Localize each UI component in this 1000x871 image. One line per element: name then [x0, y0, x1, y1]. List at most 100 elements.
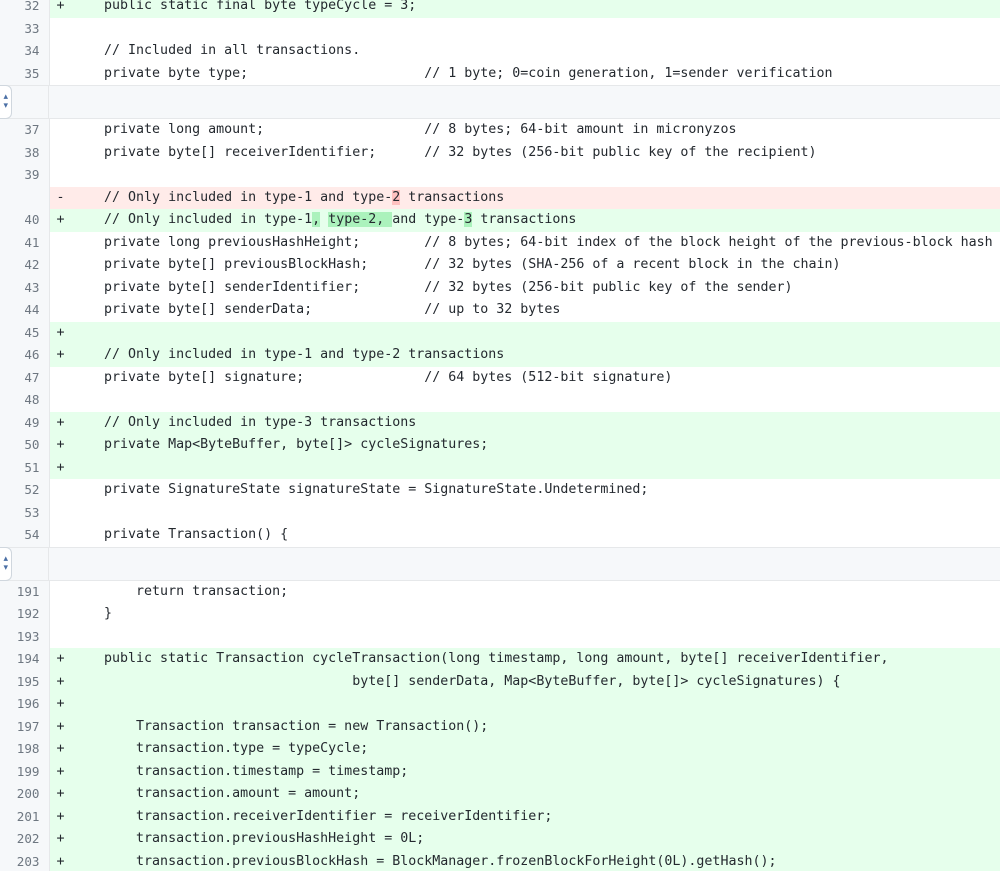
- code-line[interactable]: [69, 389, 1000, 412]
- line-number[interactable]: 195: [0, 670, 50, 693]
- diff-view: 32 + public static final byte typeCycle =…: [0, 0, 1000, 871]
- code-line[interactable]: transaction.previousHashHeight = 0L;: [69, 828, 1000, 851]
- diff-marker: +: [49, 670, 69, 693]
- code-line[interactable]: // Only included in type-3 transactions: [69, 411, 1000, 434]
- line-number[interactable]: 203: [0, 850, 50, 871]
- hunk-line: [49, 546, 1000, 581]
- diff-line-addition: 50 + private Map<ByteBuffer, byte[]> cycl…: [0, 434, 1000, 457]
- line-number[interactable]: 37: [0, 119, 50, 142]
- diff-line-context: 43 private byte[] senderIdentifier; // 3…: [0, 276, 1000, 299]
- line-number[interactable]: 201: [0, 805, 50, 828]
- line-number[interactable]: 50: [0, 434, 50, 457]
- code-line[interactable]: transaction.timestamp = timestamp;: [69, 760, 1000, 783]
- line-number[interactable]: 53: [0, 501, 50, 524]
- line-number[interactable]: 41: [0, 231, 50, 254]
- line-number[interactable]: 47: [0, 366, 50, 389]
- diff-line-addition: 200 + transaction.amount = amount;: [0, 783, 1000, 806]
- diff-marker: [49, 141, 69, 164]
- code-text: private byte[] senderIdentifier; // 32 b…: [72, 279, 793, 295]
- line-number[interactable]: 48: [0, 389, 50, 412]
- expand-up-down-1[interactable]: ▴ ▾: [0, 85, 12, 119]
- code-line[interactable]: }: [69, 603, 1000, 626]
- line-number[interactable]: 39: [0, 164, 50, 187]
- code-line[interactable]: private byte type; // 1 byte; 0=coin gen…: [69, 62, 1000, 85]
- code-line[interactable]: private byte[] signature; // 64 bytes (5…: [69, 366, 1000, 389]
- code-line[interactable]: private SignatureState signatureState = …: [69, 479, 1000, 502]
- code-line[interactable]: byte[] senderData, Map<ByteBuffer, byte[…: [69, 670, 1000, 693]
- code-line[interactable]: public static Transaction cycleTransacti…: [69, 648, 1000, 671]
- diff-line-context: 192 }: [0, 603, 1000, 626]
- line-number[interactable]: 43: [0, 276, 50, 299]
- code-line[interactable]: Transaction transaction = new Transactio…: [69, 715, 1000, 738]
- line-number[interactable]: 51: [0, 456, 50, 479]
- line-number[interactable]: 34: [0, 40, 50, 63]
- line-number[interactable]: 191: [0, 580, 50, 603]
- line-number[interactable]: 44: [0, 299, 50, 322]
- code-text: Transaction transaction = new Transactio…: [72, 718, 489, 734]
- diff-marker: [49, 501, 69, 524]
- code-line[interactable]: // Included in all transactions.: [69, 40, 1000, 63]
- diff-marker: +: [49, 344, 69, 367]
- line-number[interactable]: 196: [0, 693, 50, 716]
- line-number[interactable]: 38: [0, 141, 50, 164]
- line-number[interactable]: 202: [0, 828, 50, 851]
- line-number[interactable]: [0, 186, 50, 209]
- code-line[interactable]: private long amount; // 8 bytes; 64-bit …: [69, 119, 1000, 142]
- code-text: private byte[] receiverIdentifier; // 32…: [72, 144, 817, 160]
- line-number[interactable]: 199: [0, 760, 50, 783]
- diff-table: 32 + public static final byte typeCycle =…: [0, 0, 1000, 871]
- code-line[interactable]: public static final byte typeCycle = 3;: [69, 0, 1000, 18]
- diff-line-addition: 199 + transaction.timestamp = timestamp;: [0, 760, 1000, 783]
- code-text: // Only included in type-3 transactions: [72, 414, 417, 430]
- code-line[interactable]: transaction.type = typeCycle;: [69, 738, 1000, 761]
- code-line[interactable]: [69, 501, 1000, 524]
- code-line[interactable]: // Only included in type-1 and type-2 tr…: [69, 186, 1000, 209]
- line-number[interactable]: 45: [0, 321, 50, 344]
- code-line[interactable]: [69, 625, 1000, 648]
- line-number[interactable]: 54: [0, 524, 50, 547]
- line-number[interactable]: 197: [0, 715, 50, 738]
- line-number[interactable]: 46: [0, 344, 50, 367]
- line-number[interactable]: 193: [0, 625, 50, 648]
- code-line[interactable]: transaction.amount = amount;: [69, 783, 1000, 806]
- code-line[interactable]: return transaction;: [69, 580, 1000, 603]
- line-number[interactable]: 49: [0, 411, 50, 434]
- code-line[interactable]: private byte[] receiverIdentifier; // 32…: [69, 141, 1000, 164]
- code-line[interactable]: private byte[] previousBlockHash; // 32 …: [69, 254, 1000, 277]
- diff-marker: [49, 524, 69, 547]
- diff-line-addition: 49 + // Only included in type-3 transacti…: [0, 411, 1000, 434]
- diff-marker: +: [49, 783, 69, 806]
- code-line[interactable]: private byte[] senderData; // up to 32 b…: [69, 299, 1000, 322]
- line-number[interactable]: 194: [0, 648, 50, 671]
- code-line[interactable]: [69, 456, 1000, 479]
- line-number[interactable]: 32: [0, 0, 50, 18]
- line-number[interactable]: 40: [0, 209, 50, 232]
- code-line[interactable]: private Map<ByteBuffer, byte[]> cycleSig…: [69, 434, 1000, 457]
- expand-up-down-2[interactable]: ▴ ▾: [0, 546, 12, 581]
- line-number[interactable]: 33: [0, 17, 50, 40]
- diff-line-context: 52 private SignatureState signatureState…: [0, 479, 1000, 502]
- line-number[interactable]: 198: [0, 738, 50, 761]
- code-text: private SignatureState signatureState = …: [72, 482, 649, 497]
- code-text: transactions: [400, 189, 505, 205]
- code-line[interactable]: [69, 693, 1000, 716]
- line-number[interactable]: 200: [0, 783, 50, 806]
- code-text: transaction.type = typeCycle;: [72, 741, 369, 756]
- code-line[interactable]: transaction.receiverIdentifier = receive…: [69, 805, 1000, 828]
- code-line[interactable]: // Only included in type-1 and type-2 tr…: [69, 344, 1000, 367]
- code-line[interactable]: [69, 17, 1000, 40]
- code-line[interactable]: private byte[] senderIdentifier; // 32 b…: [69, 276, 1000, 299]
- code-line[interactable]: private Transaction() {: [69, 524, 1000, 547]
- code-line[interactable]: [69, 321, 1000, 344]
- diff-marker: +: [49, 715, 69, 738]
- line-number[interactable]: 35: [0, 62, 50, 85]
- code-line[interactable]: transaction.previousBlockHash = BlockMan…: [69, 850, 1000, 871]
- code-line[interactable]: [69, 164, 1000, 187]
- line-number[interactable]: 192: [0, 603, 50, 626]
- code-line[interactable]: // Only included in type-1, type-2, and …: [69, 209, 1000, 232]
- diff-marker: -: [49, 186, 69, 209]
- line-number[interactable]: 42: [0, 254, 50, 277]
- line-number[interactable]: 52: [0, 479, 50, 502]
- code-line[interactable]: private long previousHashHeight; // 8 by…: [69, 231, 1000, 254]
